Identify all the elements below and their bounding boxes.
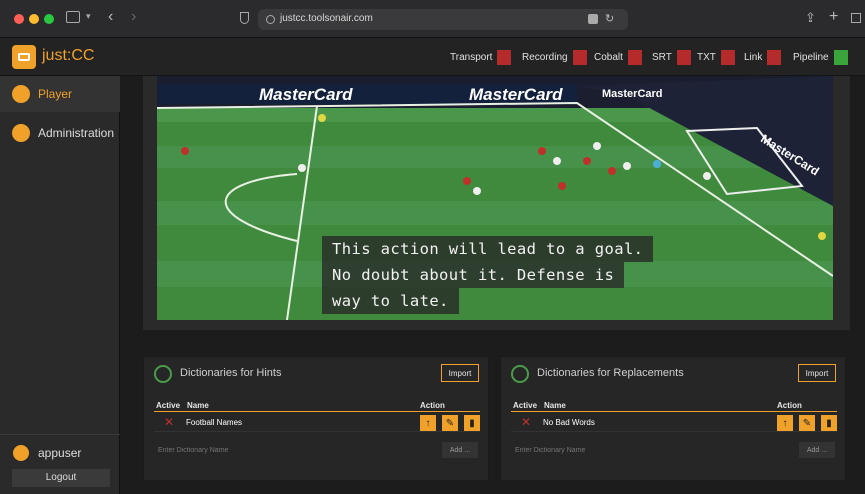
book-icon xyxy=(154,365,172,383)
inactive-x-icon[interactable]: ✕ xyxy=(164,415,174,429)
app-brand: just:CC xyxy=(42,47,95,64)
address-bar[interactable]: justcc.toolsonair.com ↻ xyxy=(258,9,628,30)
status-label: SRT xyxy=(652,51,672,63)
status-label: Recording xyxy=(522,51,568,63)
import-button[interactable]: Import xyxy=(441,364,479,382)
new-tab-icon[interactable]: + xyxy=(829,8,838,26)
forward-icon[interactable]: › xyxy=(131,8,136,26)
status-light xyxy=(497,49,512,65)
user-section: appuser Logout xyxy=(0,434,120,494)
translate-icon[interactable] xyxy=(588,14,598,24)
add-dictionary-button[interactable]: Add ... xyxy=(799,442,835,458)
sidebar-toggle-icon[interactable] xyxy=(66,11,80,23)
column-header-active: Active xyxy=(156,401,181,410)
dictionary-name: No Bad Words xyxy=(543,418,595,427)
logout-button[interactable]: Logout xyxy=(12,469,110,487)
dictionary-name: Football Names xyxy=(186,418,243,427)
caption-line: No doubt about it. Defense is xyxy=(322,262,625,288)
status-label: Cobalt xyxy=(594,51,623,63)
column-header-name: Name xyxy=(187,401,209,410)
status-transport: Transport xyxy=(450,48,512,66)
upload-icon[interactable]: ↑ xyxy=(420,415,436,431)
column-header-name: Name xyxy=(544,401,566,410)
status-recording: Recording xyxy=(522,48,587,66)
caption-line: way to late. xyxy=(322,288,459,314)
add-dictionary-button[interactable]: Add ... xyxy=(442,442,478,458)
reload-icon[interactable]: ↻ xyxy=(605,12,614,25)
inactive-x-icon[interactable]: ✕ xyxy=(521,415,531,429)
closed-caption: This action will lead to a goal. No doub… xyxy=(322,236,674,314)
status-light xyxy=(572,49,587,65)
status-label: Pipeline xyxy=(793,51,829,63)
delete-icon[interactable]: ▮ xyxy=(821,415,837,431)
import-button[interactable]: Import xyxy=(798,364,836,382)
sidebar-item-player[interactable]: Player xyxy=(0,76,120,112)
status-light xyxy=(720,49,735,65)
table-row: ✕ Football Names ↑ ✎ ▮ xyxy=(154,414,480,432)
sidebar-item-administration[interactable]: Administration xyxy=(0,115,120,151)
sidebar: Player Administration appuser Logout xyxy=(0,76,120,494)
replacements-dictionary-panel: Dictionaries for Replacements Import Act… xyxy=(500,356,846,481)
ad-text: MasterCard xyxy=(259,85,353,104)
book-icon xyxy=(511,365,529,383)
panel-title: Dictionaries for Hints xyxy=(180,367,282,379)
hints-dictionary-panel: Dictionaries for Hints Import Active Nam… xyxy=(143,356,489,481)
close-window-button[interactable] xyxy=(14,14,24,24)
sidebar-item-label: Administration xyxy=(38,126,115,140)
status-cobalt: Cobalt xyxy=(594,48,642,66)
tab-overview-icon[interactable] xyxy=(851,13,861,23)
username: appuser xyxy=(38,446,82,460)
chevron-down-icon[interactable]: ▾ xyxy=(86,11,91,22)
url-text: justcc.toolsonair.com xyxy=(280,13,373,24)
dictionary-name-input[interactable] xyxy=(154,442,432,458)
header-divider xyxy=(154,411,480,412)
dictionary-name-input[interactable] xyxy=(511,442,789,458)
delete-icon[interactable]: ▮ xyxy=(464,415,480,431)
status-txt: TXT xyxy=(697,48,735,66)
header-divider xyxy=(511,411,837,412)
status-light xyxy=(833,49,848,65)
globe-icon xyxy=(266,15,275,24)
status-label: Transport xyxy=(450,51,493,63)
browser-toolbar: ▾ ‹ › justcc.toolsonair.com ↻ ⇪ + xyxy=(0,0,865,38)
player-icon xyxy=(12,85,30,103)
advertising-boards: MasterCard MasterCard MasterCard xyxy=(157,85,663,105)
status-label: Link xyxy=(744,51,763,63)
shield-icon[interactable] xyxy=(240,12,249,24)
status-pipeline: Pipeline xyxy=(793,48,848,66)
status-link: Link xyxy=(744,48,782,66)
status-light xyxy=(767,49,782,65)
user-icon xyxy=(13,445,29,461)
share-icon[interactable]: ⇪ xyxy=(805,10,816,26)
app-logo-icon xyxy=(12,45,36,69)
back-icon[interactable]: ‹ xyxy=(108,8,113,26)
edit-icon[interactable]: ✎ xyxy=(799,415,815,431)
column-header-action: Action xyxy=(420,401,445,410)
status-label: TXT xyxy=(697,51,716,63)
status-srt: SRT xyxy=(652,48,691,66)
table-row: ✕ No Bad Words ↑ ✎ ▮ xyxy=(511,414,837,432)
app-header xyxy=(0,38,865,76)
ad-text: MasterCard xyxy=(602,88,663,100)
column-header-action: Action xyxy=(777,401,802,410)
column-header-active: Active xyxy=(513,401,538,410)
upload-icon[interactable]: ↑ xyxy=(777,415,793,431)
minimize-window-button[interactable] xyxy=(29,14,39,24)
gears-icon xyxy=(12,124,30,142)
zoom-window-button[interactable] xyxy=(44,14,54,24)
status-light xyxy=(676,49,691,65)
sidebar-item-label: Player xyxy=(38,87,73,101)
status-light xyxy=(627,49,642,65)
edit-icon[interactable]: ✎ xyxy=(442,415,458,431)
caption-line: This action will lead to a goal. xyxy=(322,236,654,262)
ad-text: MasterCard xyxy=(469,85,563,104)
panel-title: Dictionaries for Replacements xyxy=(537,367,684,379)
